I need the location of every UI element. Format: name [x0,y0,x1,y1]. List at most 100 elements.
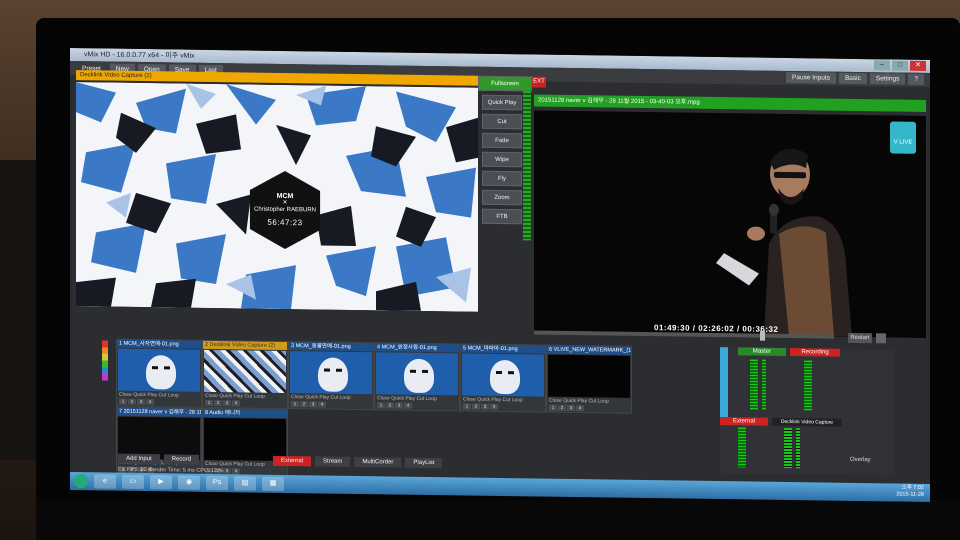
overlay-number-button[interactable]: 1 [377,402,385,409]
input-thumbnail[interactable] [376,352,458,396]
portrait-image [146,355,176,390]
overlay-number-button[interactable]: 3 [137,398,145,406]
overlay-number-button[interactable]: 3 [395,402,403,409]
ftb-button[interactable]: FTB [482,208,522,225]
cut-button[interactable]: Cut [244,393,252,399]
input-thumbnail[interactable] [204,349,286,394]
loop-button[interactable]: Loop [340,395,351,401]
cut-button[interactable]: Cut [588,398,596,404]
headphones-tab[interactable] [720,347,728,418]
cut-button[interactable]: Cut [482,113,522,130]
input-title: 5 MCM_마따마-01.png [461,344,545,354]
overlay-number-button[interactable]: 3 [309,401,317,408]
overlay-number-button[interactable]: 1 [549,404,557,411]
app-icon[interactable]: ▤ [234,476,256,491]
system-tray[interactable]: 오후 7:02 2015-11-28 [896,485,924,499]
close-button[interactable]: Close [377,395,390,401]
input-thumbnail[interactable] [462,353,544,397]
add-input-button[interactable]: Add Input [118,453,160,465]
input-tile[interactable]: 6 VLIVE_NEW_WATERMARK_(1) Close Quick Pla… [546,344,632,414]
wipe-button[interactable]: Wipe [482,151,522,168]
zoom-button[interactable]: Zoom [482,189,522,206]
photoshop-icon[interactable]: Ps [206,475,228,491]
input-thumbnail[interactable] [290,351,372,395]
media-icon[interactable]: ▶ [150,475,172,490]
quick-play-button[interactable]: Quick Play [391,395,415,401]
loop-button[interactable]: Loop [512,397,523,403]
multicorder-button[interactable]: MultiCorder [354,456,402,468]
vmix-icon[interactable]: ▦ [262,476,284,491]
overlay-number-button[interactable]: 3 [223,400,231,407]
close-button[interactable]: Close [463,396,476,402]
chrome-icon[interactable]: ◉ [178,475,200,490]
quick-play-button[interactable]: Quick Play [305,394,329,400]
input-tile[interactable]: 3 MCM_동물연예-01.png Close Quick Play Cut Lo… [288,341,374,411]
seek-handle[interactable] [760,330,765,341]
overlay-number-button[interactable]: 2 [128,398,136,405]
quick-play-button[interactable]: Quick Play [482,94,522,111]
close-button[interactable]: Close [119,392,132,398]
overlay-number-button[interactable]: 4 [318,401,326,408]
overlay-number-button[interactable]: 1 [463,403,471,410]
overlay-number-button[interactable]: 2 [386,402,394,409]
minimize-icon[interactable]: – [874,60,890,71]
loop-button[interactable]: Loop [426,396,437,402]
overlay-number-button[interactable]: 4 [490,403,498,410]
record-button[interactable]: Record [163,454,200,465]
close-button[interactable]: Close [205,393,218,399]
restart-button[interactable]: Restart [848,332,872,344]
overlay-number-button[interactable]: 4 [146,399,154,406]
overlay-number-button[interactable]: 1 [119,398,127,405]
input-tile[interactable]: 4 MCM_원정사람-01.png Close Quick Play Cut Lo… [374,342,460,412]
overlay-number-button[interactable]: 3 [481,403,489,410]
fullscreen-button[interactable]: Fullscreen [478,75,532,92]
preview-panel[interactable]: MCM ✕ Christopher RAEBURN 56:47:23 [76,82,478,312]
overlay-number-button[interactable]: 4 [232,400,240,407]
loop-button[interactable]: Loop [598,398,609,404]
close-button[interactable]: Close [549,398,562,404]
input-thumbnail[interactable] [118,348,200,392]
master-fader[interactable] [750,359,758,410]
input-thumbnail[interactable] [548,354,630,398]
overlay-number-button[interactable]: 3 [567,404,575,412]
input-tile[interactable]: 5 MCM_마따마-01.png Close Quick Play Cut Loo… [460,343,546,413]
output-video[interactable]: V LIVE 01:49:30 / 02:26:02 / 00:36:32 [534,110,926,338]
overlay-number-button[interactable]: 4 [404,402,412,409]
color-tags[interactable] [102,340,108,381]
close-button[interactable]: Close [291,394,304,400]
playlist-button[interactable]: PlayList [405,457,443,469]
pause-icon[interactable] [876,333,886,344]
overlay-number-button[interactable]: 2 [214,400,222,407]
overlay-number-button[interactable]: 1 [291,401,299,408]
input-tile[interactable]: 1 MCM_사자연예-01.png Close Quick Play Cut Lo… [116,338,202,408]
ext-badge[interactable]: EXT [532,76,546,88]
quick-play-button[interactable]: Quick Play [477,397,501,403]
overlay-number-button[interactable]: 2 [558,404,566,411]
ie-icon[interactable]: e [94,474,116,489]
external-label: External [720,417,768,426]
loop-button[interactable]: Loop [168,392,179,398]
cut-button[interactable]: Cut [502,397,510,403]
stream-button[interactable]: Stream [315,456,351,467]
overlay-number-button[interactable]: 4 [576,405,584,412]
overlay-number-button[interactable]: 1 [205,399,213,406]
window-title: vMix HD - 16.0.0.77 x64 - 미주 vMix [84,51,195,60]
loop-button[interactable]: Loop [254,394,265,400]
cut-button[interactable]: Cut [330,395,338,401]
external-button[interactable]: External [273,455,312,467]
cut-button[interactable]: Cut [416,396,424,402]
input-tile[interactable]: 2 Decklink Video Capture (2) Close Quick … [202,339,288,410]
fade-button[interactable]: Fade [482,132,522,149]
quick-play-button[interactable]: Quick Play [563,398,587,404]
maximize-icon[interactable]: □ [892,60,908,71]
cut-button[interactable]: Cut [158,392,166,398]
folder-icon[interactable]: ▭ [122,474,144,490]
overlay-number-button[interactable]: 2 [300,401,308,408]
close-icon[interactable]: ✕ [910,60,926,71]
fly-button[interactable]: Fly [482,170,522,187]
recording-label: Recording [790,348,840,357]
quick-play-button[interactable]: Quick Play [133,392,157,398]
quick-play-button[interactable]: Quick Play [219,393,243,399]
overlay-number-button[interactable]: 2 [472,403,480,410]
input-name: 20151128 naver v 김해무 - 28 11 [123,408,201,416]
